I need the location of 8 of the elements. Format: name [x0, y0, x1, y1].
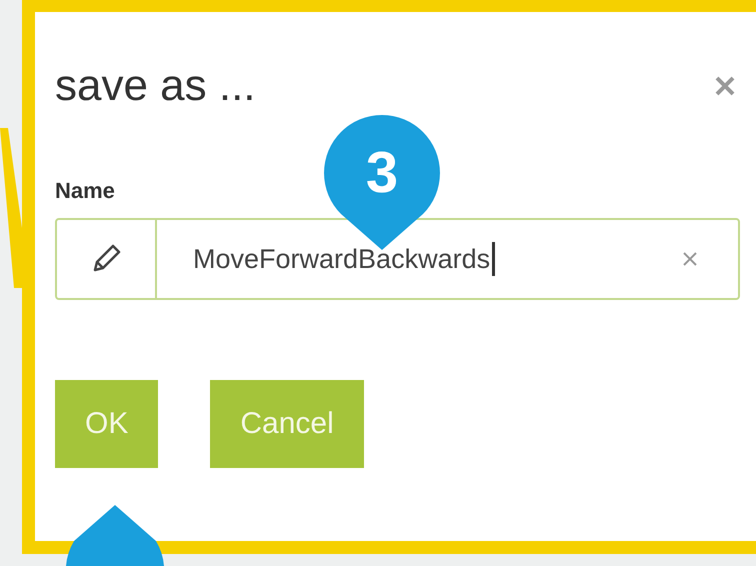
dialog-title: save as ... [55, 62, 256, 110]
field-value: MoveForwardBackwards [193, 244, 490, 275]
field-label: Name [55, 178, 116, 204]
dialog-button[interactable]: OK [55, 380, 158, 468]
callout-number: 3 [366, 140, 398, 205]
dialog-button[interactable]: Cancel [210, 380, 364, 468]
clear-icon[interactable] [682, 251, 698, 268]
close-icon[interactable] [714, 75, 736, 98]
